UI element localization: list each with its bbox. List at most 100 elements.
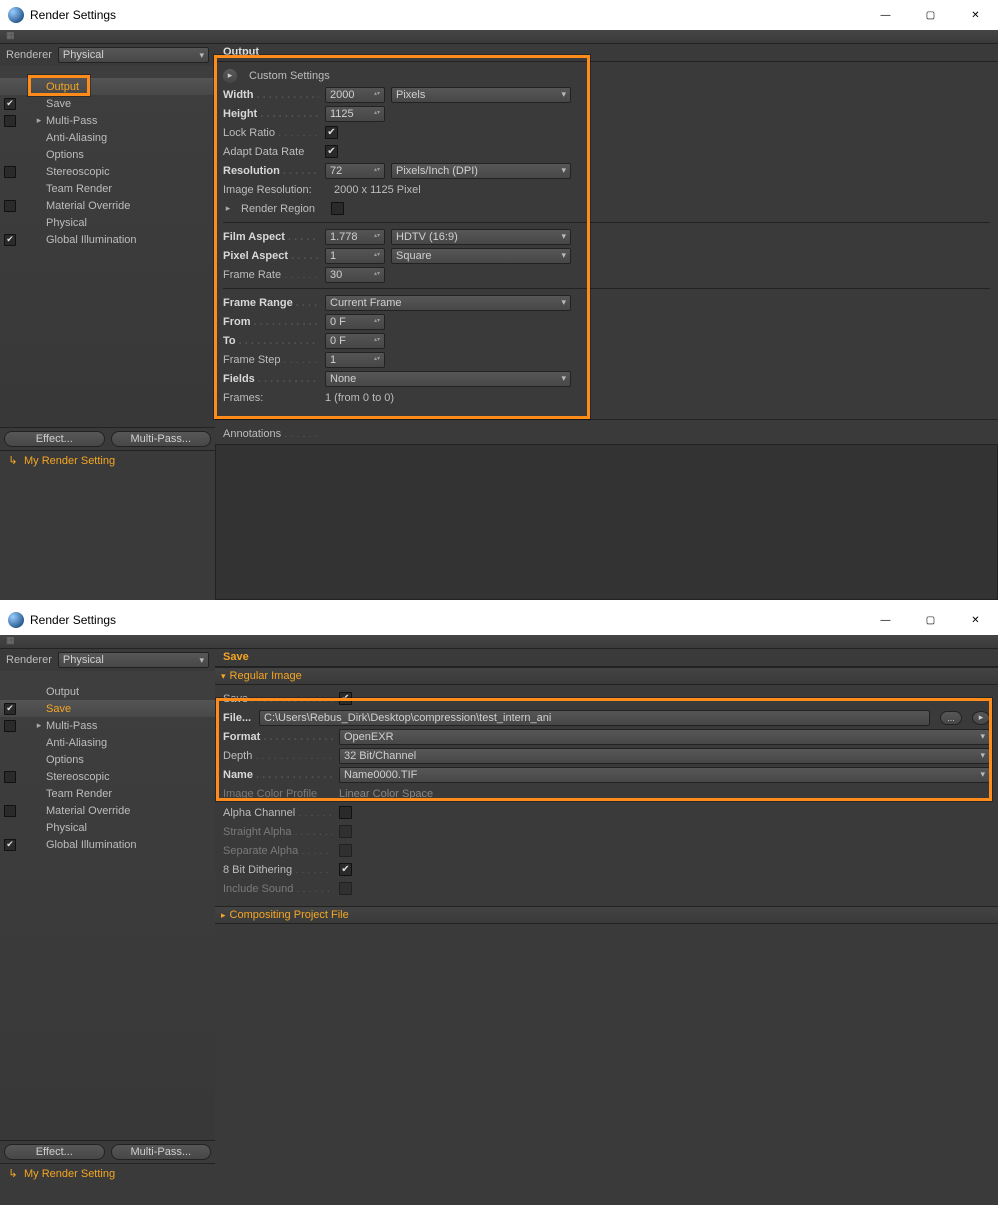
framerate-input[interactable]: 30▴▾	[325, 267, 385, 283]
adaptdata-checkbox[interactable]: ✔	[325, 145, 338, 158]
tree-checkbox[interactable]: ✔	[4, 839, 16, 851]
tree-item-output[interactable]: Output	[0, 683, 215, 700]
format-dropdown[interactable]: OpenEXR	[339, 729, 990, 745]
maximize-button[interactable]: ▢	[908, 0, 953, 30]
preset-row[interactable]: ↳ My Render Setting	[0, 450, 215, 470]
framestep-input[interactable]: 1▴▾	[325, 352, 385, 368]
resolution-unit-dropdown[interactable]: Pixels/Inch (DPI)	[391, 163, 571, 179]
tree-item-physical[interactable]: Physical	[0, 819, 215, 836]
grip-toolbar[interactable]: ▦	[0, 30, 998, 44]
spinner-icon[interactable]: ▴▾	[374, 92, 382, 97]
preset-arrow-icon[interactable]: ▸	[223, 69, 237, 83]
spinner-icon[interactable]: ▴▾	[374, 272, 382, 277]
tree-item-anti-aliasing[interactable]: Anti-Aliasing	[0, 129, 215, 146]
tree-checkbox[interactable]	[4, 115, 16, 127]
spinner-icon[interactable]: ▴▾	[374, 357, 382, 362]
preset-name: My Render Setting	[24, 1168, 115, 1180]
dither-label: 8 Bit Dithering	[223, 864, 333, 876]
disclose-icon[interactable]: ▸	[34, 720, 44, 731]
dither-checkbox[interactable]: ✔	[339, 863, 352, 876]
tree-item-multi-pass[interactable]: ▸Multi-Pass	[0, 112, 215, 129]
disclose-icon[interactable]: ▸	[34, 115, 44, 126]
preset-icon: ↳	[6, 1167, 20, 1180]
preset-row[interactable]: ↳ My Render Setting	[0, 1163, 215, 1183]
regular-image-header[interactable]: ▾ Regular Image	[215, 667, 998, 685]
tree-checkbox[interactable]: ✔	[4, 234, 16, 246]
tree-checkbox	[4, 686, 16, 698]
tree-item-physical[interactable]: Physical	[0, 214, 215, 231]
lockratio-checkbox[interactable]: ✔	[325, 126, 338, 139]
alpha-checkbox[interactable]	[339, 806, 352, 819]
spinner-icon[interactable]: ▴▾	[374, 338, 382, 343]
framerate-label: Frame Rate	[223, 269, 319, 281]
grip-toolbar[interactable]: ▦	[0, 635, 998, 649]
spinner-icon[interactable]: ▴▾	[374, 253, 382, 258]
settings-tree[interactable]: Output ✔Save▸Multi-PassAnti-AliasingOptio…	[0, 66, 215, 427]
tree-item-label: Output	[46, 81, 79, 93]
close-button[interactable]: ✕	[953, 0, 998, 30]
depth-dropdown[interactable]: 32 Bit/Channel	[339, 748, 990, 764]
pixelaspect-input[interactable]: 1▴▾	[325, 248, 385, 264]
tree-checkbox[interactable]: ✔	[4, 703, 16, 715]
to-input[interactable]: 0 F▴▾	[325, 333, 385, 349]
filmaspect-input[interactable]: 1.778▴▾	[325, 229, 385, 245]
tree-checkbox[interactable]	[4, 166, 16, 178]
renderer-dropdown[interactable]: Physical	[58, 47, 209, 63]
width-unit-dropdown[interactable]: Pixels	[391, 87, 571, 103]
multipass-button[interactable]: Multi-Pass...	[111, 1144, 212, 1160]
annotations-textarea[interactable]	[215, 444, 998, 600]
pixelaspect-preset-dropdown[interactable]: Square	[391, 248, 571, 264]
framerange-dropdown[interactable]: Current Frame	[325, 295, 571, 311]
tree-checkbox[interactable]	[4, 200, 16, 212]
tree-item-options[interactable]: Options	[0, 751, 215, 768]
spinner-icon[interactable]: ▴▾	[374, 319, 382, 324]
tree-item-team-render[interactable]: Team Render	[0, 785, 215, 802]
tree-checkbox[interactable]	[4, 720, 16, 732]
tree-item-global-illumination[interactable]: ✔Global Illumination	[0, 231, 215, 248]
multipass-button[interactable]: Multi-Pass...	[111, 431, 212, 447]
tree-item-save[interactable]: ✔Save	[0, 95, 215, 112]
tree-item-stereoscopic[interactable]: Stereoscopic	[0, 768, 215, 785]
height-input[interactable]: 1125▴▾	[325, 106, 385, 122]
tree-item-team-render[interactable]: Team Render	[0, 180, 215, 197]
minimize-button[interactable]: —	[863, 0, 908, 30]
save-checkbox[interactable]: ✔	[339, 692, 352, 705]
tree-checkbox[interactable]	[4, 805, 16, 817]
effect-button[interactable]: Effect...	[4, 431, 105, 447]
open-folder-button[interactable]: ▸	[972, 711, 990, 725]
tree-item-save[interactable]: ✔Save	[0, 700, 215, 717]
compositing-header[interactable]: ▸ Compositing Project File	[215, 906, 998, 924]
resolution-input[interactable]: 72▴▾	[325, 163, 385, 179]
minimize-button[interactable]: —	[863, 605, 908, 635]
close-button[interactable]: ✕	[953, 605, 998, 635]
annotations-label: Annotations	[223, 428, 319, 440]
straight-checkbox	[339, 825, 352, 838]
spinner-icon[interactable]: ▴▾	[374, 168, 382, 173]
browse-button[interactable]: ...	[940, 711, 962, 725]
name-dropdown[interactable]: Name0000.TIF	[339, 767, 990, 783]
tree-item-stereoscopic[interactable]: Stereoscopic	[0, 163, 215, 180]
tree-item-multi-pass[interactable]: ▸Multi-Pass	[0, 717, 215, 734]
effect-button[interactable]: Effect...	[4, 1144, 105, 1160]
tree-item-anti-aliasing[interactable]: Anti-Aliasing	[0, 734, 215, 751]
maximize-button[interactable]: ▢	[908, 605, 953, 635]
spinner-icon[interactable]: ▴▾	[374, 234, 382, 239]
renderregion-checkbox[interactable]	[331, 202, 344, 215]
file-path-input[interactable]: C:\Users\Rebus_Dirk\Desktop\compression\…	[259, 710, 930, 726]
from-input[interactable]: 0 F▴▾	[325, 314, 385, 330]
tree-checkbox[interactable]: ✔	[4, 98, 16, 110]
width-input[interactable]: 2000▴▾	[325, 87, 385, 103]
tree-item-global-illumination[interactable]: ✔Global Illumination	[0, 836, 215, 853]
tree-checkbox[interactable]	[4, 771, 16, 783]
titlebar: Render Settings — ▢ ✕	[0, 0, 998, 30]
tree-item-output[interactable]: Output	[0, 78, 215, 95]
filmaspect-preset-dropdown[interactable]: HDTV (16:9)	[391, 229, 571, 245]
spinner-icon[interactable]: ▴▾	[374, 111, 382, 116]
tree-item-material-override[interactable]: Material Override	[0, 197, 215, 214]
fields-dropdown[interactable]: None	[325, 371, 571, 387]
renderer-dropdown[interactable]: Physical	[58, 652, 209, 668]
tree-item-options[interactable]: Options	[0, 146, 215, 163]
renderregion-disclose-icon[interactable]: ▸	[223, 203, 233, 214]
tree-item-material-override[interactable]: Material Override	[0, 802, 215, 819]
settings-tree[interactable]: Output✔Save▸Multi-PassAnti-AliasingOptio…	[0, 671, 215, 1140]
